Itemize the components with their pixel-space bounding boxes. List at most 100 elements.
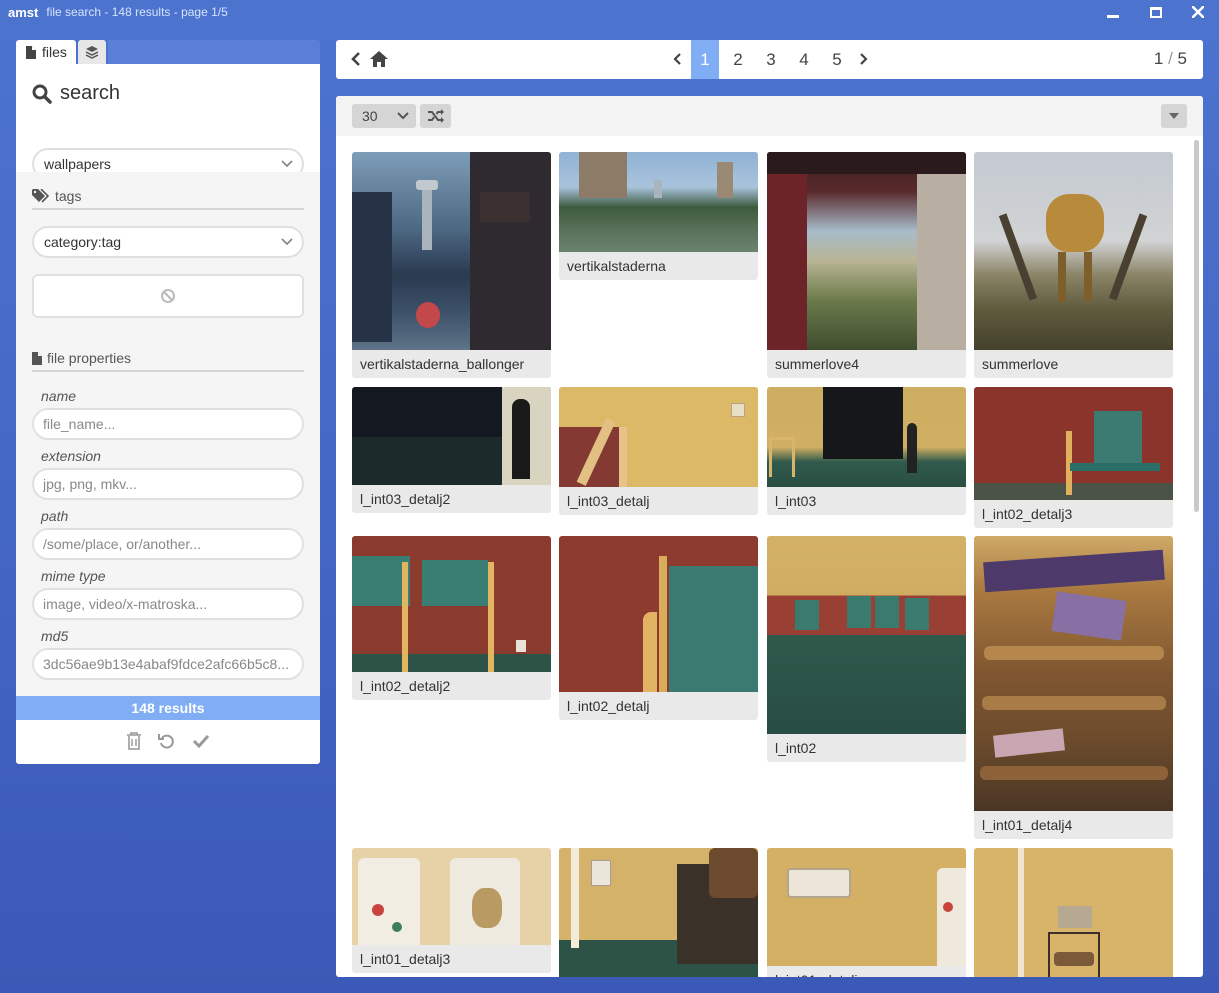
tab-strip (108, 40, 320, 64)
chevron-down-icon (397, 112, 409, 120)
file-name: l_int02 (775, 740, 817, 756)
thumbnail-image (974, 848, 1173, 977)
file-card[interactable]: l_int01_detalj3 (352, 848, 551, 973)
per-page-select[interactable]: 30 (352, 104, 416, 128)
page-5[interactable]: 5 (823, 40, 851, 79)
file-card[interactable]: l_int03 (767, 387, 966, 515)
next-page-button[interactable] (858, 52, 868, 71)
app-name: amst (8, 4, 39, 20)
file-name: l_int02_detalj2 (360, 678, 451, 694)
file-card[interactable]: l_int02_detalj3 (974, 387, 1173, 528)
maximize-icon (1150, 6, 1162, 18)
title-bar: amst file search - 148 results - page 1/… (0, 0, 1219, 24)
file-name: l_int03_detalj2 (360, 491, 451, 507)
home-button[interactable] (369, 50, 389, 73)
filter-actions (16, 720, 320, 764)
file-icon (32, 351, 42, 365)
chevron-left-icon (351, 52, 360, 66)
file-card[interactable]: l_int02_detalj (559, 536, 758, 720)
chevron-down-icon (281, 238, 293, 246)
tags-title: tags (55, 188, 82, 204)
file-name: l_int01_detalj (767, 966, 966, 977)
file-card[interactable]: l_int02_detalj2 (352, 536, 551, 700)
file-card[interactable]: summerlove (974, 152, 1173, 378)
thumbnail-image (352, 536, 551, 672)
undo-icon (158, 734, 174, 749)
shuffle-icon (427, 109, 444, 123)
extension-field[interactable] (32, 468, 304, 500)
file-card[interactable]: vertikalstaderna (559, 152, 758, 280)
chevron-left-icon (673, 53, 681, 65)
thumbnail-image (559, 536, 758, 692)
extension-label: extension (41, 448, 101, 464)
thumbnail-image (352, 387, 551, 485)
gallery-toolbar: 30 (336, 96, 1203, 136)
thumbnail-image (352, 152, 551, 350)
path-field[interactable] (32, 528, 304, 560)
chevron-right-icon (860, 53, 868, 65)
file-card[interactable] (559, 848, 758, 977)
page-1[interactable]: 1 (691, 40, 719, 79)
window-subtitle: file search - 148 results - page 1/5 (46, 5, 228, 19)
tab-files[interactable]: files (16, 40, 76, 64)
tab-layers[interactable] (78, 40, 106, 64)
trash-icon (127, 732, 141, 750)
md5-field[interactable] (32, 648, 304, 680)
layers-icon (85, 46, 99, 59)
file-card[interactable]: l_int03_detalj2 (352, 387, 551, 513)
caret-down-icon (1169, 113, 1179, 119)
check-icon (192, 734, 210, 748)
minimize-button[interactable] (1102, 2, 1124, 22)
chevron-down-icon (281, 160, 293, 168)
collapse-button[interactable] (1161, 104, 1187, 128)
page-3[interactable]: 3 (757, 40, 785, 79)
scrollbar[interactable] (1194, 140, 1199, 512)
file-card[interactable]: l_int01_detalj4 (974, 536, 1173, 839)
per-page-value: 30 (362, 108, 378, 124)
mime-type-field[interactable] (32, 588, 304, 620)
back-button[interactable] (350, 50, 362, 73)
file-name: l_int02_detalj3 (982, 506, 1073, 522)
file-properties-heading: file properties (32, 350, 131, 366)
thumbnail-image (559, 152, 758, 252)
filters-panel: tags category:tag file properties name e… (16, 172, 320, 696)
thumbnail-image (767, 536, 966, 734)
close-icon (1192, 6, 1204, 18)
results-gallery: 30 vertikalstaderna_ballonger vertikalst… (336, 96, 1203, 977)
apply-button[interactable] (190, 730, 212, 752)
page-2[interactable]: 2 (724, 40, 752, 79)
current-page: 1 (1153, 49, 1164, 68)
path-label: path (41, 508, 69, 524)
page-4[interactable]: 4 (790, 40, 818, 79)
file-card[interactable]: vertikalstaderna_ballonger (352, 152, 551, 378)
tags-icon (32, 189, 50, 203)
file-name: vertikalstaderna (567, 258, 666, 274)
prev-page-button[interactable] (673, 52, 683, 71)
tag-list-box[interactable] (32, 274, 304, 318)
file-name: summerlove (982, 356, 1059, 372)
tag-category-select[interactable]: category:tag (32, 226, 304, 258)
search-panel: search wallpapers (16, 64, 320, 180)
mime-type-label: mime type (41, 568, 106, 584)
page-indicator: 1 / 5 (1154, 49, 1187, 69)
maximize-button[interactable] (1145, 2, 1167, 22)
close-button[interactable] (1187, 2, 1209, 22)
file-card[interactable]: l_int03_detalj (559, 387, 758, 515)
sidebar-tabs: files (16, 40, 320, 64)
file-card[interactable]: l_int01_detalj (767, 848, 966, 977)
search-icon (32, 84, 52, 104)
shuffle-button[interactable] (420, 104, 451, 128)
collection-value: wallpapers (44, 156, 111, 172)
file-name: vertikalstaderna_ballonger (360, 356, 525, 372)
name-field[interactable] (32, 408, 304, 440)
home-icon (370, 51, 388, 67)
clear-button[interactable] (123, 730, 145, 752)
file-card[interactable]: summerlove4 (767, 152, 966, 378)
file-name: l_int03 (775, 493, 817, 509)
file-card[interactable]: l_int02 (767, 536, 966, 762)
thumbnail-image (352, 848, 551, 945)
file-card[interactable] (974, 848, 1173, 977)
file-properties-title: file properties (47, 350, 132, 366)
pagination-bar: 1 2 3 4 5 1 / 5 (336, 40, 1203, 79)
reset-button[interactable] (156, 730, 178, 752)
